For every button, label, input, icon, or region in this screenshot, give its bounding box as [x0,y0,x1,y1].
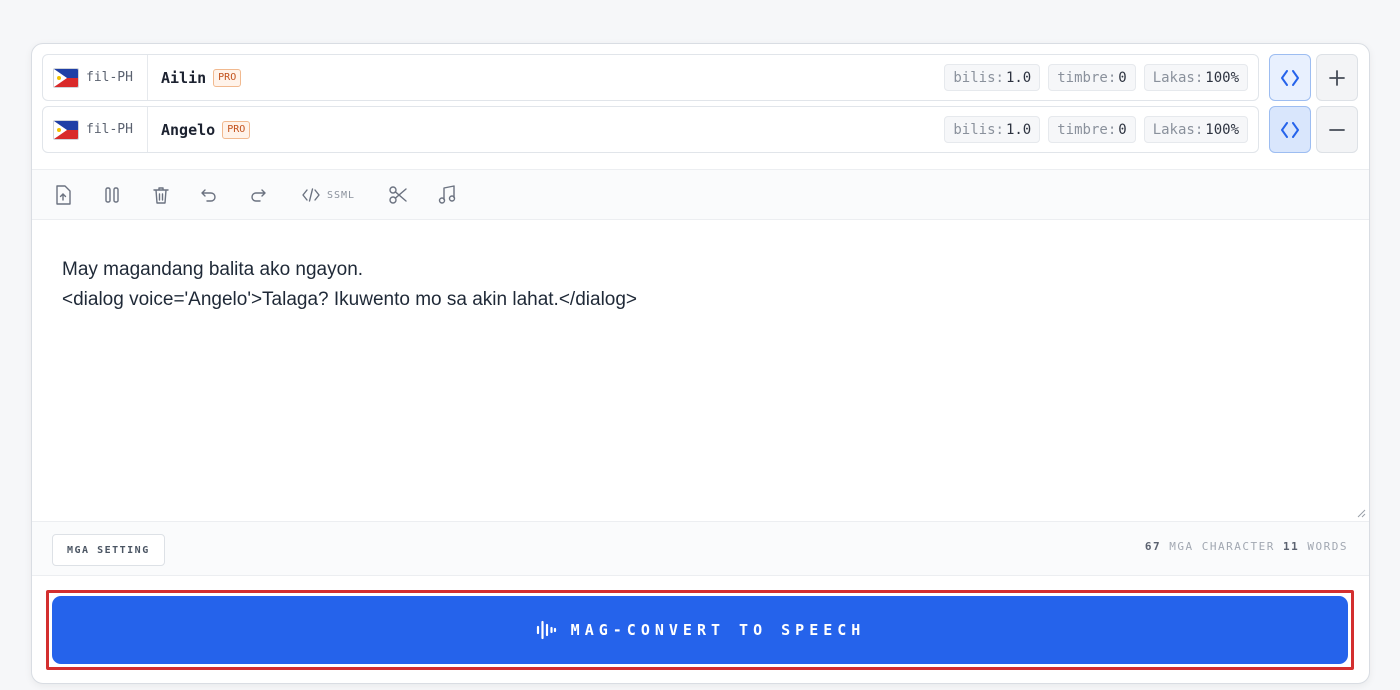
pro-badge: PRO [222,120,251,139]
param-label: Lakas: [1152,69,1204,86]
redo-button[interactable] [249,185,267,205]
code-brackets-icon [1281,121,1299,138]
locale-selector[interactable]: fil-PH [43,107,148,152]
upload-button[interactable] [54,185,72,205]
pause-icon [105,187,119,203]
pitch-param[interactable]: timbre: 0 [1048,64,1136,91]
char-count: 67 [1144,540,1162,553]
editor-line: May magandang balita ako ngayon. [62,259,364,280]
trash-icon [153,187,169,204]
undo-button[interactable] [200,185,218,205]
ssml-label: SSML [327,189,356,201]
scissors-icon [389,186,407,204]
cut-button[interactable] [388,185,408,205]
param-label: Lakas: [1152,121,1204,138]
philippines-flag-icon [53,67,79,88]
param-label: timbre: [1057,121,1117,138]
redo-icon [251,189,266,202]
resize-handle-icon[interactable] [1356,508,1366,518]
remove-voice-button[interactable] [1316,106,1358,153]
volume-param[interactable]: Lakas: 100% [1143,64,1248,91]
locale-selector[interactable]: fil-PH [43,55,148,100]
param-value: 0 [1118,69,1127,86]
param-value: 1.0 [1005,121,1032,138]
text-editor[interactable]: May magandang balita ako ngayon. <dialog… [32,220,1369,521]
audio-wave-icon [536,620,556,640]
pause-button[interactable] [104,185,120,205]
param-value: 1.0 [1005,69,1032,86]
voice-row-angelo[interactable]: fil-PH Angelo PRO bilis: 1.0 timbre: 0 Lak… [42,106,1259,153]
convert-to-speech-button[interactable]: MAG-CONVERT TO SPEECH [52,596,1348,664]
speed-param[interactable]: bilis: 1.0 [944,116,1041,143]
ssml-code-icon [302,188,320,202]
pro-badge: PRO [213,68,242,87]
add-voice-button[interactable] [1316,54,1358,101]
speed-param[interactable]: bilis: 1.0 [944,64,1041,91]
param-value: 0 [1118,121,1127,138]
music-button[interactable] [438,185,456,205]
voice-name[interactable]: Angelo [161,121,215,139]
volume-param[interactable]: Lakas: 100% [1143,116,1248,143]
editor-footer: MGA SETTING 67 MGA CHARACTER 11 WORDS [32,521,1369,576]
plus-icon [1329,69,1345,86]
settings-button[interactable]: MGA SETTING [52,534,165,566]
param-label: bilis: [953,121,1004,138]
insert-voice-tag-button[interactable] [1269,54,1311,101]
undo-icon [201,189,216,202]
ssml-button[interactable]: SSML [301,185,355,205]
convert-label: MAG-CONVERT TO SPEECH [570,621,866,639]
locale-code: fil-PH [86,122,133,137]
clear-button[interactable] [152,185,170,205]
char-label: MGA CHARACTER [1169,540,1275,553]
music-note-icon [438,185,456,204]
voice-name[interactable]: Ailin [161,69,206,87]
upload-file-icon [56,185,71,205]
editor-toolbar: SSML [32,169,1369,220]
philippines-flag-icon [53,119,79,140]
locale-code: fil-PH [86,70,133,85]
code-brackets-icon [1281,69,1299,86]
character-word-count: 67 MGA CHARACTER 11 WORDS [1145,540,1348,553]
param-value: 100% [1205,121,1239,138]
editor-line: <dialog voice='Angelo'>Talaga? Ikuwento … [62,289,638,310]
minus-icon [1329,128,1345,131]
voice-row-ailin[interactable]: fil-PH Ailin PRO bilis: 1.0 timbre: 0 Laka… [42,54,1259,101]
tts-panel: fil-PH Ailin PRO bilis: 1.0 timbre: 0 Laka… [31,43,1370,684]
word-count: 11 [1283,540,1300,553]
pitch-param[interactable]: timbre: 0 [1048,116,1136,143]
convert-highlight: MAG-CONVERT TO SPEECH [46,590,1354,670]
param-label: timbre: [1057,69,1117,86]
param-label: bilis: [953,69,1004,86]
word-label: WORDS [1307,540,1348,553]
param-value: 100% [1205,69,1239,86]
insert-voice-tag-button[interactable] [1269,106,1311,153]
